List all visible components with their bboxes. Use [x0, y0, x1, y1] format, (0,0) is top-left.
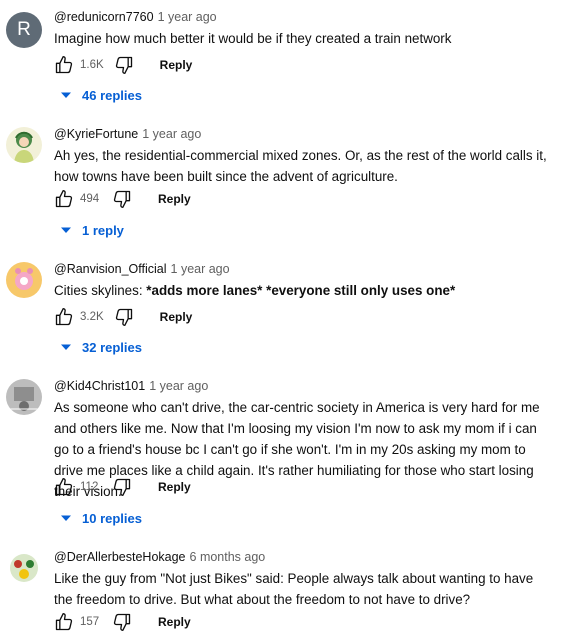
caret-down-icon: [60, 512, 72, 524]
replies-label: 32 replies: [82, 339, 142, 355]
view-replies-button[interactable]: 1 reply: [60, 220, 124, 240]
replies-label: 10 replies: [82, 510, 142, 526]
comment-header: @Kid4Christ101 1 year ago: [54, 379, 208, 393]
comment-time[interactable]: 1 year ago: [149, 379, 208, 393]
comment-header: @Ranvision_Official 1 year ago: [54, 262, 230, 276]
comment-time[interactable]: 6 months ago: [190, 550, 266, 564]
thumbs-up-icon[interactable]: [54, 189, 74, 209]
like-count: 494: [80, 193, 100, 205]
like-count: 1.6K: [80, 59, 104, 71]
reply-button[interactable]: Reply: [158, 192, 191, 206]
comment-author[interactable]: @redunicorn7760: [54, 10, 154, 24]
thumbs-up-icon[interactable]: [54, 307, 74, 327]
like-count: 3.2K: [80, 311, 104, 323]
replies-label: 46 replies: [82, 87, 142, 103]
thumbs-down-icon[interactable]: [112, 189, 132, 209]
comment-text-bold: *everyone still only uses one*: [266, 283, 456, 298]
view-replies-button[interactable]: 32 replies: [60, 337, 142, 357]
view-replies-button[interactable]: 46 replies: [60, 85, 142, 105]
comment-actions: 157 Reply: [54, 612, 191, 632]
caret-down-icon: [60, 89, 72, 101]
reply-button[interactable]: Reply: [160, 58, 193, 72]
avatar[interactable]: [6, 379, 42, 415]
like-count: 112: [80, 481, 99, 493]
comment-actions: 494 Reply: [54, 189, 191, 209]
comment-header: @redunicorn7760 1 year ago: [54, 10, 217, 24]
thumbs-up-icon[interactable]: [54, 612, 74, 632]
comment-author[interactable]: @Ranvision_Official: [54, 262, 167, 276]
avatar[interactable]: [6, 550, 42, 586]
thumbs-up-icon[interactable]: [54, 477, 74, 497]
comment-text: Like the guy from "Not just Bikes" said:…: [54, 571, 534, 607]
comment-text-plain: Cities skylines:: [54, 283, 147, 298]
avatar[interactable]: R: [6, 12, 42, 48]
comment-time[interactable]: 1 year ago: [171, 262, 230, 276]
avatar-letter: R: [17, 19, 31, 40]
thumbs-down-icon[interactable]: [114, 307, 134, 327]
comment-time[interactable]: 1 year ago: [158, 10, 217, 24]
replies-label: 1 reply: [82, 222, 124, 238]
comment-author[interactable]: @DerAllerbesteHokage: [54, 550, 186, 564]
comment-header: @KyrieFortune 1 year ago: [54, 127, 201, 141]
thumbs-up-icon[interactable]: [54, 55, 74, 75]
caret-down-icon: [60, 341, 72, 353]
comment-text-bold: *adds more lanes*: [146, 283, 263, 298]
comment-header: @DerAllerbesteHokage 6 months ago: [54, 550, 265, 564]
comment-author[interactable]: @Kid4Christ101: [54, 379, 145, 393]
comment-text: Imagine how much better it would be if t…: [54, 31, 452, 46]
comment-actions: 3.2K Reply: [54, 307, 192, 327]
comment-text: Cities skylines: *adds more lanes* *ever…: [54, 280, 554, 301]
comment-actions: 112 Reply: [54, 477, 191, 497]
thumbs-down-icon[interactable]: [112, 612, 132, 632]
comment-author[interactable]: @KyrieFortune: [54, 127, 138, 141]
thumbs-down-icon[interactable]: [112, 477, 132, 497]
view-replies-button[interactable]: 10 replies: [60, 508, 142, 528]
thumbs-down-icon[interactable]: [114, 55, 134, 75]
avatar[interactable]: [6, 127, 42, 163]
comment-time[interactable]: 1 year ago: [142, 127, 201, 141]
comment-text: Ah yes, the residential-commercial mixed…: [54, 148, 547, 184]
avatar[interactable]: [6, 262, 42, 298]
reply-button[interactable]: Reply: [160, 310, 193, 324]
like-count: 157: [80, 616, 100, 628]
caret-down-icon: [60, 224, 72, 236]
comment-actions: 1.6K Reply: [54, 55, 192, 75]
reply-button[interactable]: Reply: [158, 615, 191, 629]
reply-button[interactable]: Reply: [158, 480, 191, 494]
